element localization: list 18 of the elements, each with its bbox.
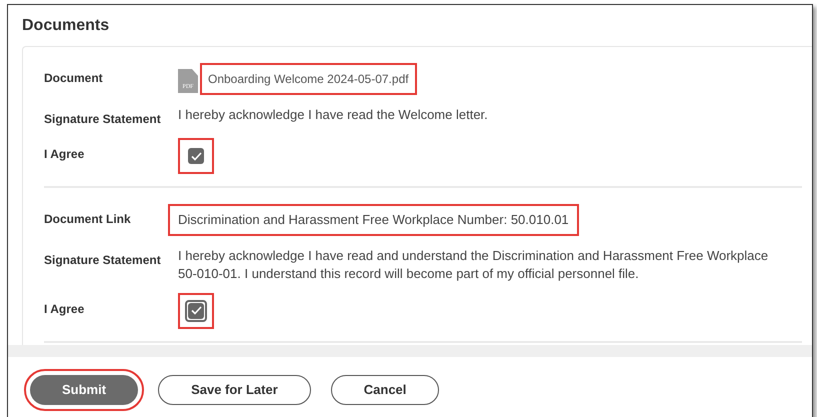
agree-checkbox[interactable]: [188, 148, 204, 164]
document-link[interactable]: Discrimination and Harassment Free Workplace Number: 50.010.01: [170, 206, 577, 234]
form-button[interactable]: Cancel: [330, 375, 440, 405]
form-button[interactable]: Save for Later: [158, 375, 311, 405]
field-label: I Agree: [44, 300, 86, 318]
field-label: Document: [44, 70, 104, 87]
field-label: Signature Statement: [44, 252, 162, 268]
field-label: I Agree: [44, 146, 86, 163]
signature-statement: I hereby acknowledge I have read and understand the Discrimination and Harassment Free Workplace 50-010-01. I understand this record will become part of my official personnel file.: [178, 246, 770, 282]
agree-checkbox[interactable]: [188, 302, 204, 318]
field-label: Document Link: [44, 211, 132, 228]
check-icon: [190, 152, 202, 160]
field-label: Signature Statement: [44, 111, 162, 128]
section-title: Documents: [21, 16, 110, 36]
form-button[interactable]: Submit: [30, 375, 138, 405]
file-link[interactable]: Onboarding Welcome 2024-05-07.pdf: [202, 65, 415, 93]
signature-statement: I hereby acknowledge I have read the Welcome letter.: [178, 106, 489, 124]
check-icon: [190, 306, 202, 315]
